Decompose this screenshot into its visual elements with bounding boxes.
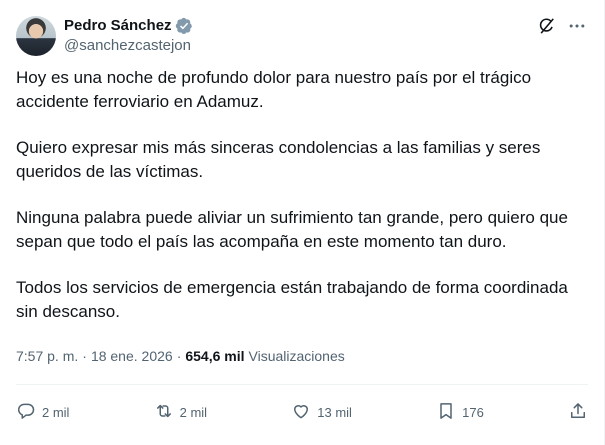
verified-badge-icon[interactable]	[175, 17, 193, 35]
bookmark-icon	[436, 401, 456, 424]
action-bar: 2 mil 2 mil 13 mil 176	[16, 397, 588, 427]
header-actions	[536, 14, 588, 38]
like-button[interactable]: 13 mil	[291, 401, 352, 424]
share-button[interactable]	[568, 401, 588, 424]
tweet-meta: 7:57 p. m. · 18 ene. 2026 · 654,6 mil Vi…	[16, 348, 345, 364]
repost-count: 2 mil	[179, 404, 208, 420]
repost-icon	[154, 401, 174, 424]
share-icon	[568, 401, 588, 424]
tweet-text: Hoy es una noche de profundo dolor para …	[16, 66, 588, 346]
bookmark-count: 176	[462, 404, 484, 420]
repost-button[interactable]: 2 mil	[154, 401, 207, 424]
tweet-paragraph: Quiero expresar mis más sinceras condole…	[16, 138, 541, 181]
tweet-date[interactable]: 18 ene. 2026	[91, 348, 173, 364]
tweet-time[interactable]: 7:57 p. m.	[16, 348, 78, 364]
grok-icon[interactable]	[536, 15, 558, 37]
meta-separator: ·	[176, 348, 182, 364]
tweet-header: Pedro Sánchez @sanchezcastejon	[16, 14, 588, 58]
tweet-paragraph: Todos los servicios de emergencia están …	[16, 278, 568, 321]
views-count: 654,6 mil	[185, 348, 245, 364]
avatar[interactable]	[16, 16, 56, 56]
name-row: Pedro Sánchez	[64, 16, 193, 36]
tweet-card: Pedro Sánchez @sanchezcastejon Hoy es un…	[0, 0, 605, 445]
author-block: Pedro Sánchez @sanchezcastejon	[64, 16, 193, 56]
like-icon	[291, 401, 311, 424]
display-name[interactable]: Pedro Sánchez	[64, 16, 172, 36]
divider	[16, 384, 588, 385]
like-count: 13 mil	[317, 404, 352, 420]
more-icon[interactable]	[566, 15, 588, 37]
bookmark-button[interactable]: 176	[436, 401, 484, 424]
tweet-paragraph: Ninguna palabra puede aliviar un sufrimi…	[16, 208, 568, 251]
reply-count: 2 mil	[42, 404, 70, 420]
meta-separator: ·	[82, 348, 87, 364]
views-label: Visualizaciones	[248, 348, 345, 364]
reply-button[interactable]: 2 mil	[16, 401, 69, 424]
tweet-paragraph: Hoy es una noche de profundo dolor para …	[16, 68, 532, 111]
author-handle[interactable]: @sanchezcastejon	[64, 36, 193, 56]
reply-icon	[16, 401, 36, 424]
